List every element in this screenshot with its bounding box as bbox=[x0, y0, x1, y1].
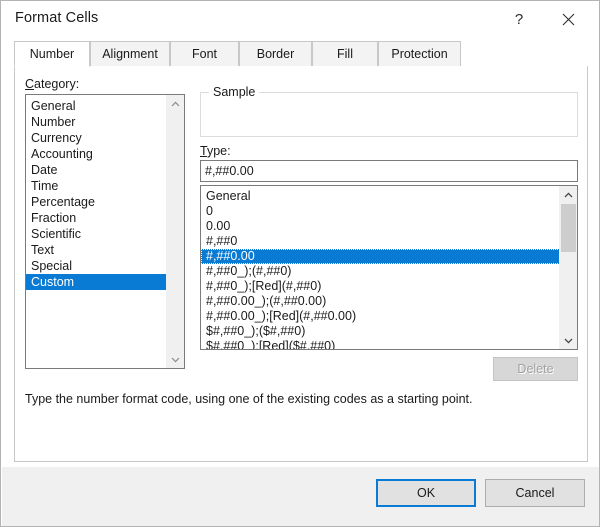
type-scrollbar[interactable] bbox=[559, 186, 577, 349]
category-list-item[interactable]: Time bbox=[26, 178, 167, 194]
tab-number[interactable]: Number bbox=[14, 41, 90, 67]
type-list-item[interactable]: #,##0.00 bbox=[201, 249, 560, 264]
type-list-item[interactable]: #,##0.00_);[Red](#,##0.00) bbox=[201, 309, 560, 324]
tab-label: Font bbox=[192, 47, 217, 61]
type-list-item[interactable]: $#,##0_);($#,##0) bbox=[201, 324, 560, 339]
close-button[interactable] bbox=[546, 1, 590, 37]
category-list-item[interactable]: Date bbox=[26, 162, 167, 178]
type-list-item[interactable]: #,##0_);[Red](#,##0) bbox=[201, 279, 560, 294]
type-listbox[interactable]: General00.00#,##0#,##0.00#,##0_);(#,##0)… bbox=[200, 185, 578, 350]
tab-label: Border bbox=[257, 47, 295, 61]
scroll-up-icon[interactable] bbox=[560, 186, 577, 203]
window-title: Format Cells bbox=[15, 10, 98, 26]
sample-groupbox: Sample bbox=[200, 92, 578, 137]
type-label: Type: bbox=[200, 144, 231, 158]
category-label: Category: bbox=[25, 77, 79, 91]
help-button[interactable]: ? bbox=[497, 1, 541, 37]
tab-label: Number bbox=[30, 47, 74, 61]
category-list-item[interactable]: General bbox=[26, 98, 167, 114]
delete-button-label: Delete bbox=[517, 362, 553, 376]
type-list-item[interactable]: 0 bbox=[201, 204, 560, 219]
type-list-item[interactable]: #,##0_);(#,##0) bbox=[201, 264, 560, 279]
type-input[interactable] bbox=[200, 160, 578, 182]
tab-fill[interactable]: Fill bbox=[312, 41, 378, 67]
type-label-rest: ype: bbox=[207, 144, 231, 158]
tab-label: Protection bbox=[391, 47, 447, 61]
category-list-item[interactable]: Fraction bbox=[26, 210, 167, 226]
type-list-item[interactable]: #,##0.00_);(#,##0.00) bbox=[201, 294, 560, 309]
sample-groupbox-title: Sample bbox=[209, 85, 259, 99]
tab-protection[interactable]: Protection bbox=[378, 41, 461, 67]
delete-button[interactable]: Delete bbox=[493, 357, 578, 381]
dialog-footer: OK Cancel bbox=[2, 467, 600, 527]
tab-label: Fill bbox=[337, 47, 353, 61]
scroll-thumb[interactable] bbox=[561, 204, 576, 252]
category-list-item[interactable]: Scientific bbox=[26, 226, 167, 242]
tab-label: Alignment bbox=[102, 47, 158, 61]
type-list-item[interactable]: #,##0 bbox=[201, 234, 560, 249]
category-list-item[interactable]: Percentage bbox=[26, 194, 167, 210]
cancel-button[interactable]: Cancel bbox=[485, 479, 585, 507]
tab-border[interactable]: Border bbox=[239, 41, 312, 67]
tab-font[interactable]: Font bbox=[170, 41, 239, 67]
category-list-item[interactable]: Custom bbox=[26, 274, 167, 290]
cancel-button-label: Cancel bbox=[516, 486, 555, 500]
scroll-down-icon[interactable] bbox=[167, 351, 184, 368]
category-label-rest: ategory: bbox=[34, 77, 79, 91]
title-bar: Format Cells ? bbox=[1, 1, 600, 38]
tab-alignment[interactable]: Alignment bbox=[90, 41, 170, 67]
type-list-item[interactable]: General bbox=[201, 189, 560, 204]
category-listbox[interactable]: GeneralNumberCurrencyAccountingDateTimeP… bbox=[25, 94, 185, 369]
type-list-items: General00.00#,##0#,##0.00#,##0_);(#,##0)… bbox=[201, 186, 560, 350]
ok-button-label: OK bbox=[417, 486, 435, 500]
close-icon bbox=[562, 13, 575, 26]
question-mark-icon: ? bbox=[515, 11, 523, 28]
type-list-item[interactable]: 0.00 bbox=[201, 219, 560, 234]
scroll-down-icon[interactable] bbox=[560, 332, 577, 349]
category-list-item[interactable]: Special bbox=[26, 258, 167, 274]
ok-button[interactable]: OK bbox=[376, 479, 476, 507]
category-list-item[interactable]: Currency bbox=[26, 130, 167, 146]
format-cells-dialog: Format Cells ? Number Alignment Font Bor… bbox=[0, 0, 600, 527]
category-scrollbar[interactable] bbox=[166, 95, 184, 368]
tab-strip: Number Alignment Font Border Fill Protec… bbox=[14, 41, 588, 67]
number-tab-panel: Category: GeneralNumberCurrencyAccountin… bbox=[14, 66, 588, 462]
category-label-accel: C bbox=[25, 77, 34, 91]
category-list-item[interactable]: Text bbox=[26, 242, 167, 258]
scroll-up-icon[interactable] bbox=[167, 95, 184, 112]
hint-text: Type the number format code, using one o… bbox=[25, 391, 575, 407]
category-list-item[interactable]: Number bbox=[26, 114, 167, 130]
type-label-accel: T bbox=[200, 144, 207, 158]
category-list-items: GeneralNumberCurrencyAccountingDateTimeP… bbox=[26, 95, 167, 290]
type-list-item[interactable]: $#,##0_);[Red]($#,##0) bbox=[201, 339, 560, 350]
category-list-item[interactable]: Accounting bbox=[26, 146, 167, 162]
